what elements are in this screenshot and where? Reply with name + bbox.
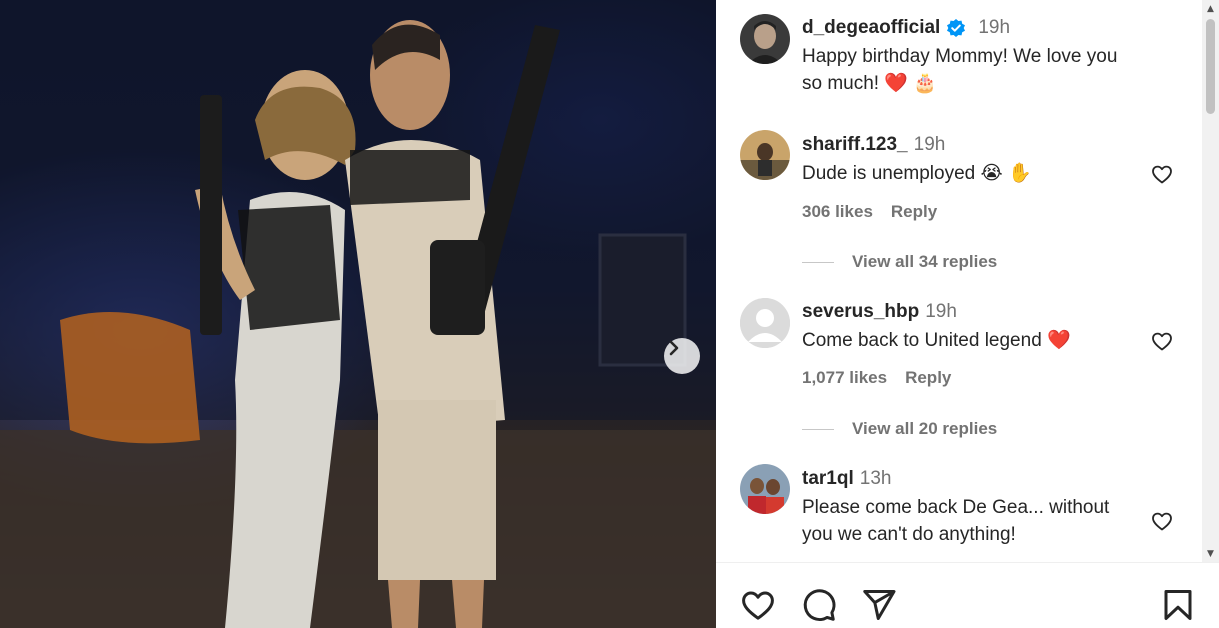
next-photo-button[interactable]: [664, 338, 700, 374]
comment-text: Dude is unemployed 😭 ✋: [802, 163, 1032, 184]
verified-badge-icon: [947, 19, 966, 37]
author-username[interactable]: d_degeaofficial: [802, 17, 940, 39]
author-avatar[interactable]: [740, 14, 790, 64]
divider: [802, 428, 834, 430]
heart-icon[interactable]: [740, 587, 776, 623]
comment-meta: 306 likes Reply: [802, 202, 955, 222]
bookmark-icon[interactable]: [1160, 587, 1196, 623]
comment-time[interactable]: 19h: [914, 134, 946, 156]
reply-button[interactable]: Reply: [905, 368, 951, 387]
commenter-avatar[interactable]: [740, 464, 790, 514]
comment-header: shariff.123_ 19h: [802, 134, 945, 156]
caption-header: d_degeaofficial 19h: [802, 17, 1010, 39]
scrollbar-thumb[interactable]: [1206, 19, 1215, 114]
heart-icon[interactable]: [1150, 509, 1174, 533]
heart-icon[interactable]: [1150, 162, 1174, 186]
scroll-down-arrow-icon[interactable]: ▼: [1202, 545, 1219, 562]
comment-username[interactable]: tar1ql: [802, 468, 854, 490]
caption-line-2: so much! ❤️ 🎂: [802, 73, 937, 94]
chevron-right-icon: [669, 340, 679, 356]
scroll-up-arrow-icon[interactable]: ▲: [1202, 0, 1219, 17]
caption-text: Happy birthday Mommy! We love you so muc…: [802, 43, 1182, 97]
comment-likes[interactable]: 1,077 likes: [802, 368, 887, 387]
comment-icon[interactable]: [801, 587, 837, 623]
divider: [802, 261, 834, 263]
view-replies-label: View all 34 replies: [852, 252, 998, 271]
caption-time[interactable]: 19h: [978, 17, 1010, 39]
commenter-avatar[interactable]: [740, 298, 790, 348]
comment-text: Please come back De Gea... without you w…: [802, 494, 1162, 548]
comment-username[interactable]: shariff.123_: [802, 134, 908, 156]
comment-meta: 1,077 likes Reply: [802, 368, 969, 388]
view-replies-label: View all 20 replies: [852, 419, 998, 438]
comment-text-line-2: you we can't do anything!: [802, 524, 1016, 545]
comment-time[interactable]: 19h: [925, 301, 957, 323]
post-action-bar: [716, 562, 1219, 628]
comment-time[interactable]: 13h: [860, 468, 892, 490]
caption-line-1: Happy birthday Mommy! We love you: [802, 46, 1118, 67]
comment-text: Come back to United legend ❤️: [802, 330, 1071, 351]
heart-icon[interactable]: [1150, 329, 1174, 353]
comment-likes[interactable]: 306 likes: [802, 202, 873, 221]
comments-panel: d_degeaofficial 19h Happy birthday Mommy…: [716, 0, 1219, 628]
comment-text-line-1: Please come back De Gea... without: [802, 497, 1110, 518]
send-icon[interactable]: [861, 587, 897, 623]
view-replies-button[interactable]: View all 20 replies: [802, 419, 997, 439]
view-replies-button[interactable]: View all 34 replies: [802, 252, 997, 272]
comments-scrollbar[interactable]: ▲ ▼: [1202, 0, 1219, 562]
post-photo: [0, 0, 716, 628]
commenter-avatar[interactable]: [740, 130, 790, 180]
comment-header: severus_hbp 19h: [802, 301, 957, 323]
reply-button[interactable]: Reply: [891, 202, 937, 221]
post-image: [0, 0, 716, 628]
comment-username[interactable]: severus_hbp: [802, 301, 919, 323]
comment-header: tar1ql 13h: [802, 468, 891, 490]
comments-scroll-area[interactable]: d_degeaofficial 19h Happy birthday Mommy…: [716, 0, 1203, 562]
